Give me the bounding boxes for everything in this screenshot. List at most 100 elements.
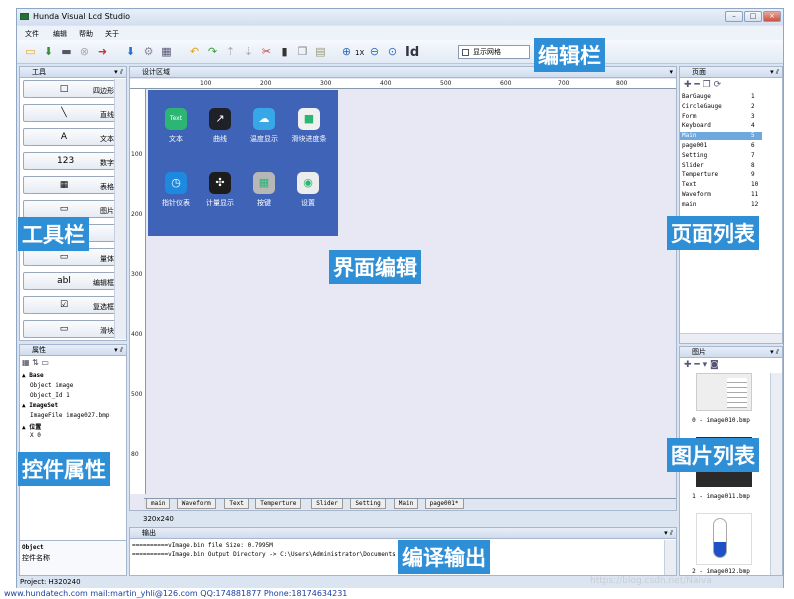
property-row[interactable]: ▲ ImageSet <box>22 402 58 409</box>
close-file-icon[interactable]: ⊗ <box>77 44 92 59</box>
show-grid-toggle[interactable]: 显示网格 <box>458 45 530 59</box>
property-row[interactable]: ▲ 位置 <box>22 422 41 431</box>
page-list-item[interactable]: Keyboard 4 <box>680 122 762 130</box>
download-icon[interactable]: ⬇ <box>123 44 138 59</box>
tool-button[interactable]: ☑ 复选框 <box>23 296 123 314</box>
zoom-icon[interactable]: ⊙ <box>385 44 400 59</box>
page-panel-actions[interactable]: ✚ ━ ❐ ⟳ <box>684 80 721 90</box>
page-tab[interactable]: Waveform <box>176 499 216 509</box>
page-tab[interactable]: Slider <box>311 499 343 509</box>
tool-button[interactable]: ▭ 滑块 <box>23 320 123 338</box>
page-list-item[interactable]: Form 3 <box>680 113 762 121</box>
device-app[interactable]: ✣ 计量显示 <box>202 172 238 208</box>
property-row[interactable]: ImageFile image027.bmp <box>30 412 109 419</box>
page-name: Text <box>682 181 697 189</box>
page-list-item[interactable]: Text 10 <box>680 181 762 189</box>
device-app[interactable]: Text 文本 <box>158 108 194 144</box>
panel-pin-icon[interactable]: ▾ ⫽ <box>114 345 123 356</box>
device-app[interactable]: ◉ 设置 <box>290 172 326 208</box>
device-app[interactable]: ☁ 温度显示 <box>246 108 282 144</box>
tool-button[interactable]: ▦ 表格 <box>23 176 123 194</box>
page-list-item[interactable]: CircleGauge 2 <box>680 103 762 111</box>
page-list-item[interactable]: main 12 <box>680 201 762 209</box>
minimize-button[interactable]: – <box>725 11 743 22</box>
page-tab[interactable]: Temperture <box>255 499 302 509</box>
page-tab[interactable]: main <box>146 499 171 509</box>
device-app[interactable]: ■ 滑块进度条 <box>284 108 334 144</box>
page-list-item[interactable]: page001 6 <box>680 142 762 150</box>
property-desc-title: Object <box>22 544 44 551</box>
page-list-item[interactable]: Waveform 11 <box>680 191 762 199</box>
output-line: ==========vImage.bin Output Directory ->… <box>132 551 396 558</box>
tool-button[interactable]: A 文本 <box>23 128 123 146</box>
image-panel-actions[interactable]: ✚ ━ ▾ ◙ <box>684 360 719 370</box>
tool-button[interactable]: □ 四边形 <box>23 80 123 98</box>
show-grid-checkbox[interactable] <box>462 49 469 56</box>
property-sort-icons[interactable]: ▦ ⇅ ▭ <box>22 358 126 369</box>
page-tab[interactable]: page001* <box>424 499 464 509</box>
image-thumbnail[interactable] <box>696 513 752 565</box>
property-row[interactable]: Object_Id 1 <box>30 392 70 399</box>
cut-icon[interactable]: ✂ <box>259 44 274 59</box>
undo-icon[interactable]: ↶ <box>187 44 202 59</box>
page-tab[interactable]: Setting <box>350 499 386 509</box>
menu-bar: 文件 编辑 帮助 关于 <box>17 26 783 40</box>
output-panel-title: 输出 <box>142 529 156 537</box>
save-icon[interactable]: ▬ <box>59 44 74 59</box>
paste-icon[interactable]: ▤ <box>313 44 328 59</box>
panel-pin-icon[interactable]: ▾ ⫽ <box>114 67 123 78</box>
exit-icon[interactable]: ➜ <box>95 44 110 59</box>
menu-file[interactable]: 文件 <box>25 29 39 39</box>
copy-icon[interactable]: ❐ <box>295 44 310 59</box>
move-down-icon[interactable]: ⇣ <box>241 44 256 59</box>
menu-about[interactable]: 关于 <box>105 29 119 39</box>
image-caption[interactable]: 1 - image011.bmp <box>680 493 762 500</box>
move-up-icon[interactable]: ⇡ <box>223 44 238 59</box>
device-app[interactable]: ▦ 按键 <box>246 172 282 208</box>
open-icon[interactable]: ⬇ <box>41 44 56 59</box>
tool-button[interactable]: ╲ 直线 <box>23 104 123 122</box>
id-icon[interactable]: Id <box>405 45 419 60</box>
zoom-in-icon[interactable]: ⊕ <box>339 44 354 59</box>
page-tab[interactable]: Main <box>393 499 419 509</box>
tool-button[interactable]: abl 编辑框 <box>23 272 123 290</box>
tool-scrollbar[interactable] <box>114 79 126 339</box>
zoom-out-icon[interactable]: ⊖ <box>367 44 382 59</box>
page-list-item[interactable]: Temperture 9 <box>680 171 762 179</box>
page-list-scrollbar[interactable] <box>680 333 782 343</box>
menu-edit[interactable]: 编辑 <box>53 29 67 39</box>
panel-pin-icon[interactable]: ▾ ⫽ <box>770 67 779 78</box>
device-app[interactable]: ↗ 曲线 <box>202 108 238 144</box>
panel-pin-icon[interactable]: ▾ ⫽ <box>770 347 779 358</box>
panel-pin-icon[interactable]: ▾ ⫽ <box>664 528 673 539</box>
delete-icon[interactable]: ▮ <box>277 44 292 59</box>
property-row[interactable]: ▲ Base <box>22 372 44 379</box>
panel-dropdown-icon[interactable]: ▾ <box>669 67 673 78</box>
zoom-1x-label[interactable]: 1X <box>355 49 364 57</box>
property-panel-header: 属性 ▾ ⫽ <box>20 345 126 356</box>
redo-icon[interactable]: ↷ <box>205 44 220 59</box>
page-list-item[interactable]: Setting 7 <box>680 152 762 160</box>
image-scrollbar[interactable] <box>770 373 782 575</box>
image-caption[interactable]: 0 - image010.bmp <box>680 417 762 424</box>
property-row[interactable]: Object image <box>30 382 73 389</box>
device-screen[interactable]: Text 文本 ↗ 曲线 ☁ 温度显示 ■ 滑块进度条 ◷ 指针仪表 ✣ 计量显示 ▦ 按键 ◉ 设置 <box>148 90 338 236</box>
page-list-item[interactable]: Slider 8 <box>680 162 762 170</box>
page-list-item[interactable]: Main 5 <box>680 132 762 141</box>
output-scrollbar[interactable] <box>664 540 676 575</box>
property-row[interactable]: X 0 <box>30 432 41 439</box>
page-tab[interactable]: Text <box>224 499 249 509</box>
image-caption[interactable]: 2 - image012.bmp <box>680 568 762 575</box>
calc-icon[interactable]: ▦ <box>159 44 174 59</box>
tool-button[interactable]: 123 数字 <box>23 152 123 170</box>
tool-label: 四边形 <box>93 87 114 95</box>
menu-help[interactable]: 帮助 <box>79 29 93 39</box>
device-app[interactable]: ◷ 指针仪表 <box>158 172 194 208</box>
new-icon[interactable]: ▭ <box>23 44 38 59</box>
maximize-button[interactable]: □ <box>744 11 762 22</box>
tool-button[interactable]: ▭ 图片 <box>23 200 123 218</box>
close-button[interactable]: × <box>763 11 781 22</box>
settings-icon[interactable]: ⚙ <box>141 44 156 59</box>
page-list-item[interactable]: BarGauge 1 <box>680 93 762 101</box>
image-thumbnail[interactable] <box>696 373 752 411</box>
